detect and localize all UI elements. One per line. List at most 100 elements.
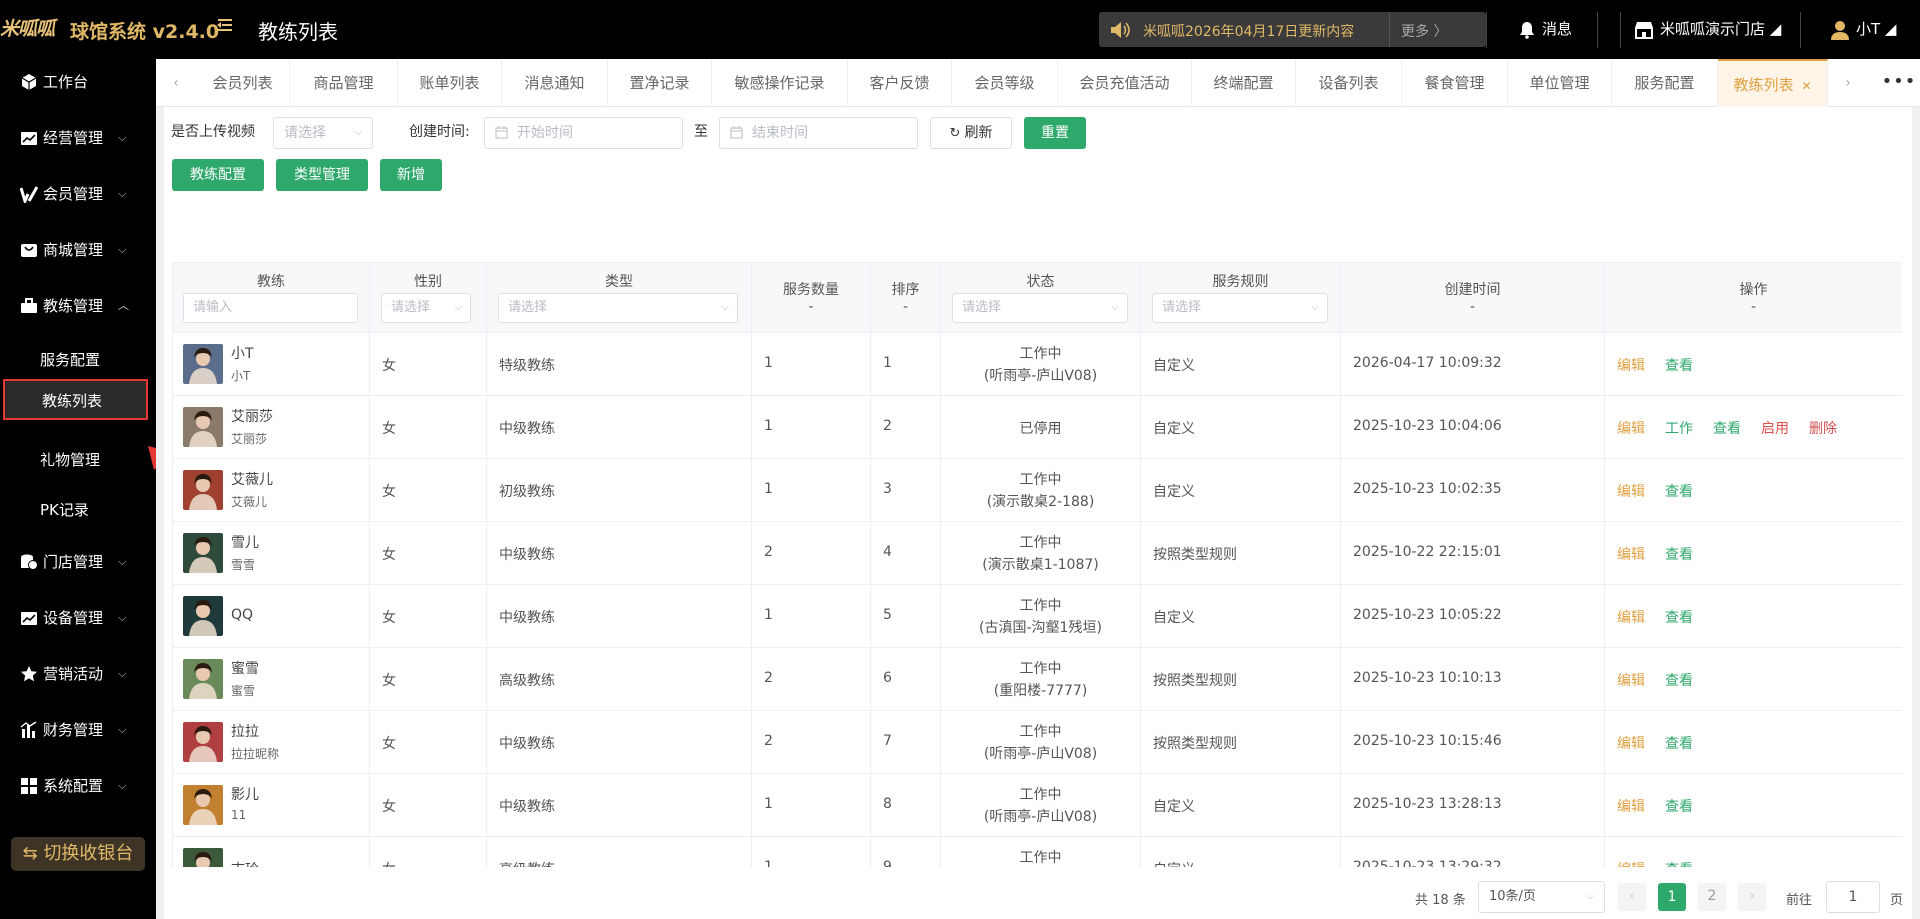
sidebar-sub-gift[interactable]: 礼物管理 <box>0 440 156 480</box>
status-cell: 工作中 (演示散桌2-188) <box>941 459 1141 521</box>
coach-name: QQ <box>231 607 254 623</box>
type-filter-select[interactable]: 请选择 ⌵ <box>498 293 738 323</box>
edit-link[interactable]: 编辑 <box>1617 418 1645 438</box>
switch-cashier-button[interactable]: ⇆ 切换收银台 <box>11 837 145 871</box>
sidebar-sub-pk[interactable]: PK记录 <box>0 490 156 530</box>
enable-link[interactable]: 启用 <box>1761 418 1789 438</box>
prev-page-button[interactable]: ‹ <box>1618 883 1646 911</box>
close-icon[interactable]: ✕ <box>1801 79 1811 93</box>
reset-button[interactable]: 重置 <box>1024 117 1086 149</box>
end-date-input[interactable]: 结束时间 <box>719 117 918 149</box>
sidebar-item-finance[interactable]: 财务管理 ⌵ <box>0 710 156 750</box>
edit-link[interactable]: 编辑 <box>1617 481 1645 501</box>
user-name: 小T ◢ <box>1856 20 1897 38</box>
view-link[interactable]: 查看 <box>1665 355 1693 375</box>
tab-member-level[interactable]: 会员等级 <box>952 59 1058 107</box>
start-date-input[interactable]: 开始时间 <box>484 117 683 149</box>
sidebar-sub-service-config[interactable]: 服务配置 <box>0 340 156 380</box>
user-menu[interactable]: 小T ◢ <box>1830 18 1896 40</box>
status-filter-select[interactable]: 请选择 ⌵ <box>952 293 1128 323</box>
type-cell: 特级教练 <box>487 333 752 395</box>
tab-clean-records[interactable]: 置净记录 <box>608 59 712 107</box>
edit-link[interactable]: 编辑 <box>1617 670 1645 690</box>
store-switcher[interactable]: 米呱呱演示门店 ◢ <box>1634 18 1781 39</box>
gender-filter-select[interactable]: 请选择 ⌵ <box>381 293 471 323</box>
next-page-button[interactable]: › <box>1738 883 1766 911</box>
tab-goods[interactable]: 商品管理 <box>290 59 398 107</box>
top-bar: 米呱呱 球馆系统 v2.4.0 教练列表 米呱呱2026年04月17日更新内容 … <box>0 0 1920 59</box>
sidebar-item-marketing[interactable]: 营销活动 ⌵ <box>0 654 156 694</box>
col-service-count: 服务数量 - <box>752 263 871 333</box>
sidebar-item-mall[interactable]: 商城管理 ⌵ <box>0 230 156 270</box>
view-link[interactable]: 查看 <box>1713 418 1741 438</box>
col-rule: 服务规则 请选择 ⌵ <box>1141 263 1341 333</box>
tab-service-config[interactable]: 服务配置 <box>1612 59 1718 107</box>
tab-feedback[interactable]: 客户反馈 <box>848 59 952 107</box>
status-location: (古滇国-沟壑1残垣) <box>979 620 1102 636</box>
edit-link[interactable]: 编辑 <box>1617 796 1645 816</box>
coach-config-button[interactable]: 教练配置 <box>172 159 264 191</box>
goto-page-input[interactable]: 1 <box>1826 881 1880 913</box>
view-link[interactable]: 查看 <box>1665 607 1693 627</box>
work-link[interactable]: 工作 <box>1665 418 1693 438</box>
tab-messages[interactable]: 消息通知 <box>502 59 608 107</box>
tab-scroll-right-icon[interactable]: › <box>1828 59 1868 107</box>
tab-member-list[interactable]: 会员列表 <box>196 59 290 107</box>
edit-link[interactable]: 编辑 <box>1617 355 1645 375</box>
menu-collapse-icon[interactable] <box>214 14 238 38</box>
sidebar-item-dashboard[interactable]: 工作台 <box>0 62 156 102</box>
video-filter-select[interactable]: 请选择 ⌵ <box>273 117 373 149</box>
chevron-down-icon: ⌵ <box>354 127 362 138</box>
update-notice[interactable]: 米呱呱2026年04月17日更新内容 更多 〉 <box>1099 12 1486 47</box>
tab-device-list[interactable]: 设备列表 <box>1296 59 1402 107</box>
tab-bills[interactable]: 账单列表 <box>398 59 502 107</box>
page-1-button[interactable]: 1 <box>1658 883 1686 911</box>
tab-coach-list[interactable]: 教练列表 ✕ <box>1718 59 1828 107</box>
sidebar-item-device[interactable]: 设备管理 ⌵ <box>0 598 156 638</box>
table-row: 雪儿 雪雪女中级教练 2 4 工作中 (演示散桌1-1087) 按照类型规则 2025-10-… <box>173 522 1902 585</box>
page-2-button[interactable]: 2 <box>1698 883 1726 911</box>
member-icon <box>20 186 38 203</box>
more-icon[interactable]: ••• <box>1878 59 1920 107</box>
page-size-select[interactable]: 10条/页 ⌵ <box>1478 881 1605 913</box>
add-button[interactable]: 新增 <box>380 159 442 191</box>
sidebar-sub-coach-list[interactable]: 教练列表 <box>3 379 148 420</box>
tab-recharge-activity[interactable]: 会员充值活动 <box>1058 59 1192 107</box>
sidebar-item-store[interactable]: 门店管理 ⌵ <box>0 542 156 582</box>
sidebar-item-business[interactable]: 经营管理 ⌵ <box>0 118 156 158</box>
type-management-button[interactable]: 类型管理 <box>276 159 368 191</box>
refresh-button[interactable]: ↻ 刷新 <box>930 117 1012 149</box>
edit-link[interactable]: 编辑 <box>1617 859 1645 867</box>
edit-link[interactable]: 编辑 <box>1617 607 1645 627</box>
gender-cell: 女 <box>370 711 487 773</box>
coach-filter-input[interactable]: 请输入 <box>183 293 358 323</box>
view-link[interactable]: 查看 <box>1665 544 1693 564</box>
rule-filter-select[interactable]: 请选择 ⌵ <box>1152 293 1328 323</box>
type-cell: 中级教练 <box>487 585 752 647</box>
service-count-cell: 1 <box>752 333 871 395</box>
view-link[interactable]: 查看 <box>1665 859 1693 867</box>
sidebar-item-members[interactable]: 会员管理 ⌵ <box>0 174 156 214</box>
view-link[interactable]: 查看 <box>1665 670 1693 690</box>
edit-link[interactable]: 编辑 <box>1617 544 1645 564</box>
view-link[interactable]: 查看 <box>1665 733 1693 753</box>
sidebar-item-system[interactable]: 系统配置 ⌵ <box>0 766 156 806</box>
view-link[interactable]: 查看 <box>1665 796 1693 816</box>
tab-sensitive-ops[interactable]: 敏感操作记录 <box>712 59 848 107</box>
tab-scroll-left-icon[interactable]: ‹ <box>156 59 196 107</box>
sidebar-item-coach[interactable]: 教练管理 ︿ <box>0 286 156 326</box>
tab-units[interactable]: 单位管理 <box>1508 59 1612 107</box>
tab-meals[interactable]: 餐食管理 <box>1402 59 1508 107</box>
status-cell: 工作中 (听雨亭-庐山V08) <box>941 711 1141 773</box>
tab-bar: ‹ 会员列表 商品管理 账单列表 消息通知 置净记录 敏感操作记录 客户反馈 会… <box>156 59 1920 107</box>
view-link[interactable]: 查看 <box>1665 481 1693 501</box>
notice-more-link[interactable]: 更多 〉 <box>1401 21 1447 41</box>
main-area: ‹ 会员列表 商品管理 账单列表 消息通知 置净记录 敏感操作记录 客户反馈 会… <box>156 59 1920 919</box>
coach-cell: 雪儿 雪雪 <box>173 522 370 584</box>
edit-link[interactable]: 编辑 <box>1617 733 1645 753</box>
finance-icon <box>20 721 37 738</box>
messages-button[interactable]: 消息 <box>1518 18 1572 39</box>
delete-link[interactable]: 删除 <box>1809 418 1837 438</box>
tab-terminal-config[interactable]: 终端配置 <box>1192 59 1296 107</box>
table-scrollbar[interactable] <box>1904 336 1909 866</box>
